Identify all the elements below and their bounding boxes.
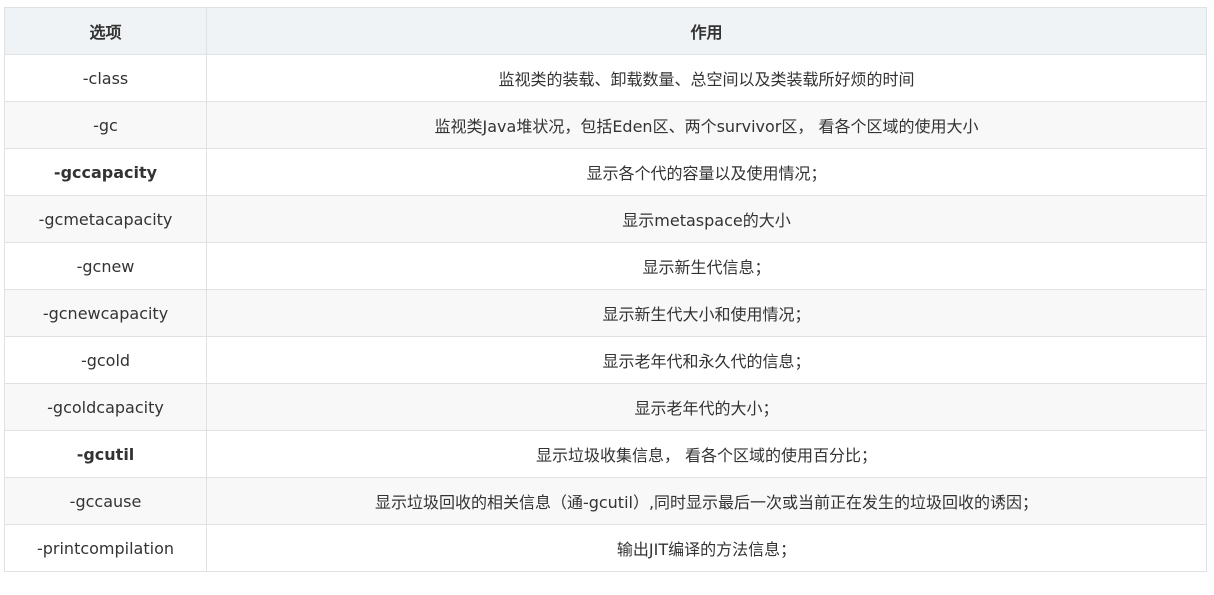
description-cell: 显示各个代的容量以及使用情况；	[206, 148, 1207, 196]
option-cell: -printcompilation	[4, 524, 207, 572]
description-cell: 显示新生代信息；	[206, 242, 1207, 290]
header-row: 选项 作用	[4, 7, 1207, 55]
table-row: -gcmetacapacity 显示metaspace的大小	[4, 195, 1207, 243]
option-cell: -gccause	[4, 477, 207, 525]
option-cell: -gcoldcapacity	[4, 383, 207, 431]
table-body: -class 监视类的装载、卸载数量、总空间以及类装载所好烦的时间 -gc 监视…	[4, 54, 1207, 572]
description-cell: 监视类的装载、卸载数量、总空间以及类装载所好烦的时间	[206, 54, 1207, 102]
table-header: 选项 作用	[4, 7, 1207, 55]
options-table: 选项 作用 -class 监视类的装载、卸载数量、总空间以及类装载所好烦的时间 …	[4, 7, 1207, 572]
table-row: -gc 监视类Java堆状况，包括Eden区、两个survivor区， 看各个区…	[4, 101, 1207, 149]
description-cell: 显示metaspace的大小	[206, 195, 1207, 243]
option-cell: -class	[4, 54, 207, 102]
table-row: -gcutil 显示垃圾收集信息， 看各个区域的使用百分比；	[4, 430, 1207, 478]
table-row: -gcoldcapacity 显示老年代的大小；	[4, 383, 1207, 431]
option-cell: -gcnewcapacity	[4, 289, 207, 337]
option-cell: -gcmetacapacity	[4, 195, 207, 243]
description-cell: 显示老年代和永久代的信息；	[206, 336, 1207, 384]
option-cell: -gccapacity	[4, 148, 207, 196]
description-cell: 输出JIT编译的方法信息；	[206, 524, 1207, 572]
table-row: -gccause 显示垃圾回收的相关信息（通-gcutil）,同时显示最后一次或…	[4, 477, 1207, 525]
option-cell: -gcutil	[4, 430, 207, 478]
header-option: 选项	[4, 7, 207, 55]
description-cell: 显示老年代的大小；	[206, 383, 1207, 431]
option-cell: -gcnew	[4, 242, 207, 290]
option-cell: -gc	[4, 101, 207, 149]
description-cell: 监视类Java堆状况，包括Eden区、两个survivor区， 看各个区域的使用…	[206, 101, 1207, 149]
options-table-container: 选项 作用 -class 监视类的装载、卸载数量、总空间以及类装载所好烦的时间 …	[4, 7, 1207, 572]
table-row: -gcnew 显示新生代信息；	[4, 242, 1207, 290]
table-row: -gcold 显示老年代和永久代的信息；	[4, 336, 1207, 384]
table-row: -class 监视类的装载、卸载数量、总空间以及类装载所好烦的时间	[4, 54, 1207, 102]
table-row: -printcompilation 输出JIT编译的方法信息；	[4, 524, 1207, 572]
description-cell: 显示新生代大小和使用情况；	[206, 289, 1207, 337]
description-cell: 显示垃圾回收的相关信息（通-gcutil）,同时显示最后一次或当前正在发生的垃圾…	[206, 477, 1207, 525]
description-cell: 显示垃圾收集信息， 看各个区域的使用百分比；	[206, 430, 1207, 478]
table-row: -gccapacity 显示各个代的容量以及使用情况；	[4, 148, 1207, 196]
option-cell: -gcold	[4, 336, 207, 384]
header-description: 作用	[206, 7, 1207, 55]
table-row: -gcnewcapacity 显示新生代大小和使用情况；	[4, 289, 1207, 337]
